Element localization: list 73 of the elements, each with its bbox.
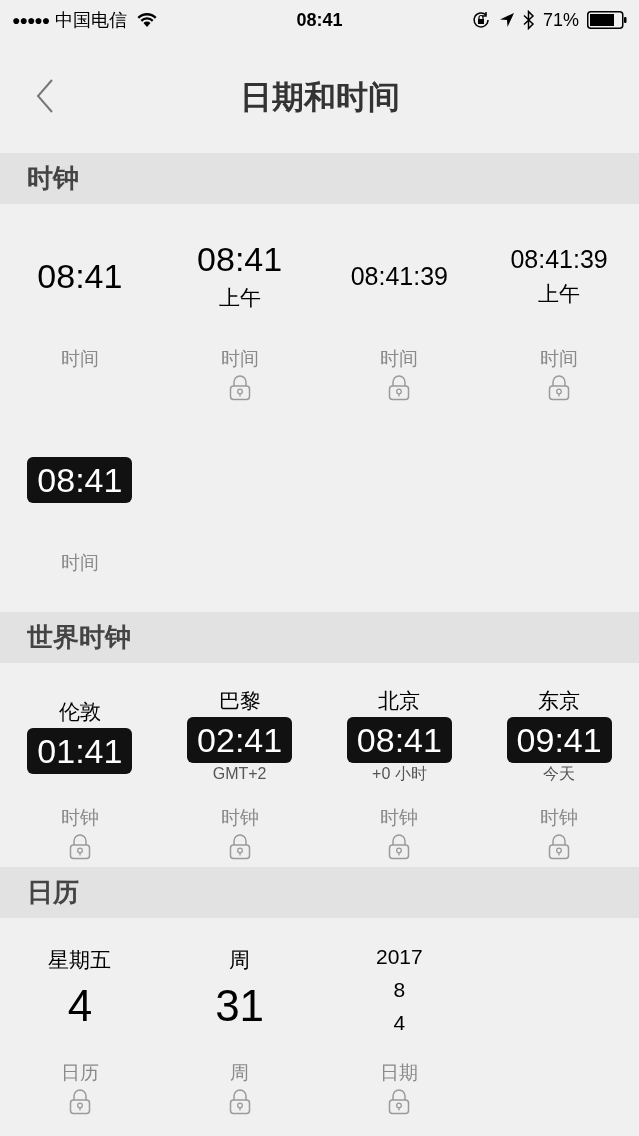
lock-icon [388,834,411,860]
clock-label: 东京 [538,688,581,714]
widget-tile[interactable]: 08:41:39 上午 时间 [479,204,639,408]
widget-tile[interactable]: 东京 09:41 今天 时钟 [479,663,639,867]
clock-label: 8 [393,977,406,1003]
widget-tile[interactable]: 2017 8 4 日期 [319,918,480,1122]
widget-tile[interactable]: 星期五 4 日历 [0,918,160,1122]
clock-label: +0 小时 [372,764,427,784]
clock-label: 北京 [378,688,421,714]
clock-time: 08:41:39 [350,260,449,292]
widget-tile[interactable]: 08:41 时间 [0,204,160,408]
lock-icon [228,834,251,860]
clock-label: 星期五 [48,947,112,973]
widget-caption: 周 [230,1061,250,1085]
lock-icon [388,375,411,401]
clock-label: 2017 [376,944,423,970]
clock-time: 08:41 [27,456,133,503]
widget-caption: 时间 [380,347,419,371]
widget-caption: 时间 [60,347,99,371]
widget-caption: 时间 [60,551,99,575]
wifi-icon [137,12,158,28]
clock-label: GMT+2 [212,764,267,784]
clock-label: 伦敦 [58,699,101,725]
widget-caption: 时钟 [60,806,99,830]
clock-time: 08:41 [37,255,123,297]
widget-tile[interactable]: 巴黎 02:41 GMT+2 时钟 [159,663,320,867]
lock-icon [388,1089,411,1115]
chevron-left-icon [36,79,54,113]
clock-time: 4 [67,980,93,1032]
widget-tile[interactable]: 伦敦 01:41 时钟 [0,663,160,867]
widget-caption: 时钟 [540,806,579,830]
lock-icon [548,834,571,860]
section-title: 时钟 [27,162,79,195]
battery-icon [587,11,627,29]
lock-icon [228,375,251,401]
lock-icon [68,834,91,860]
clock-time: 02:41 [187,717,293,763]
widget-tile[interactable]: 08:41 时间 [0,408,160,612]
clock-label: 4 [393,1010,406,1036]
clock-label: 周 [229,947,251,973]
section-title: 日历 [27,876,79,909]
clock-label: 上午 [218,285,261,311]
clock-time: 09:41 [506,717,612,763]
status-time: 08:41 [296,8,343,32]
widget-caption: 时间 [220,347,259,371]
rotation-lock-icon [470,10,491,30]
clock-time: 31 [215,980,265,1032]
widget-caption: 日历 [60,1061,99,1085]
clock-label: 今天 [543,764,576,784]
carrier-name: 中国电信 [55,8,128,32]
widget-caption: 时间 [540,347,579,371]
clock-time: 01:41 [27,728,133,774]
widget-caption: 时钟 [220,806,259,830]
clock-time: 08:41:39 [510,244,608,275]
lock-icon [68,1089,91,1115]
widget-tile[interactable]: 周 31 周 [159,918,320,1122]
location-arrow-icon [498,12,515,28]
clock-label: 巴黎 [218,688,261,714]
bluetooth-icon [522,10,535,30]
clock-label: 上午 [538,281,581,307]
widget-caption: 时钟 [380,806,419,830]
page-title: 日期和时间 [239,77,400,117]
section-title: 世界时钟 [27,621,131,654]
clock-time: 08:41 [197,239,283,280]
widget-caption: 日期 [380,1061,419,1085]
widget-tile[interactable]: 08:41:39 时间 [319,204,480,408]
battery-percent: 71% [542,8,579,32]
lock-icon [548,375,571,401]
clock-time: 08:41 [346,717,452,763]
widget-tile[interactable]: 北京 08:41 +0 小时 时钟 [319,663,480,867]
signal-dots: ●●●●● [12,10,50,30]
lock-icon [228,1089,251,1115]
widget-tile[interactable]: 08:41 上午 时间 [159,204,320,408]
